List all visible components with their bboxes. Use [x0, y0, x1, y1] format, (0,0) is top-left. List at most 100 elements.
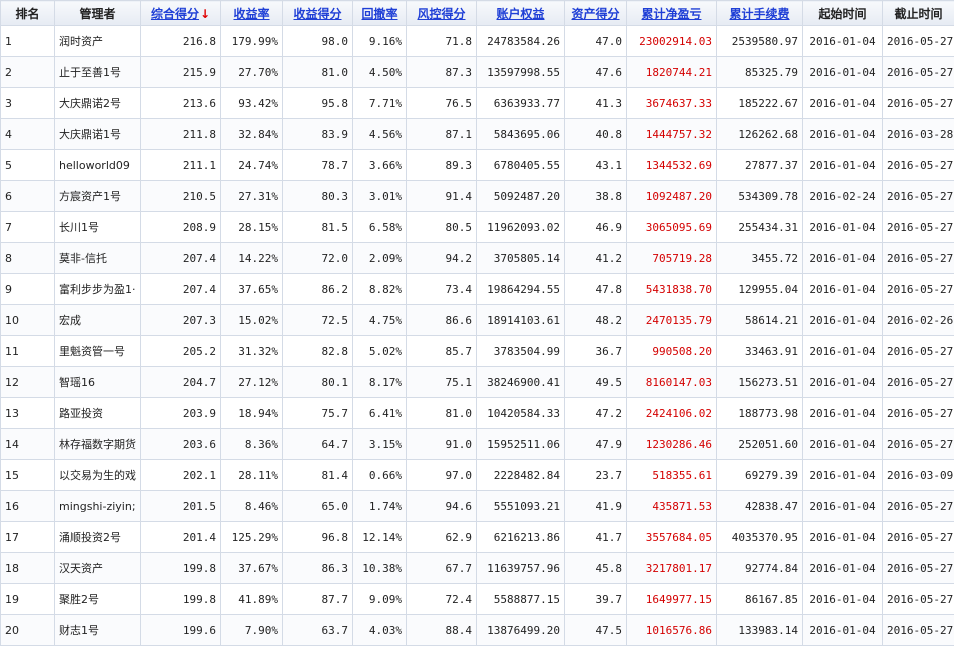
composite-score-cell: 201.4 — [141, 522, 221, 553]
manager-name: 财志1号 — [55, 615, 141, 646]
risk-score-cell: 94.2 — [407, 243, 477, 274]
composite-score-cell: 210.5 — [141, 181, 221, 212]
header-fees-sort-link[interactable]: 累计手续费 — [729, 7, 789, 21]
table-row: 19聚胜2号199.841.89%87.79.09%72.45588877.15… — [1, 584, 954, 615]
start-date-cell: 2016-01-04 — [803, 584, 883, 615]
rank-cell: 9 — [1, 274, 55, 305]
header-return-score[interactable]: 收益得分 — [283, 1, 353, 26]
risk-score-cell: 73.4 — [407, 274, 477, 305]
manager-name: 长川1号 — [55, 212, 141, 243]
header-drawdown[interactable]: 回撤率 — [353, 1, 407, 26]
rank-cell: 11 — [1, 336, 55, 367]
equity-cell: 15952511.06 — [477, 429, 565, 460]
table-row: 5helloworld09211.124.74%78.73.66%89.3678… — [1, 150, 954, 181]
header-fees[interactable]: 累计手续费 — [717, 1, 803, 26]
header-composite-score[interactable]: 综合得分↓ — [141, 1, 221, 26]
header-risk-score[interactable]: 风控得分 — [407, 1, 477, 26]
net-pnl-cell: 990508.20 — [627, 336, 717, 367]
table-row: 17涌顺投资2号201.4125.29%96.812.14%62.9621621… — [1, 522, 954, 553]
rank-cell: 2 — [1, 57, 55, 88]
manager-name: 方宸资产1号 — [55, 181, 141, 212]
net-pnl-cell: 5431838.70 — [627, 274, 717, 305]
start-date-cell: 2016-01-04 — [803, 243, 883, 274]
asset-score-cell: 49.5 — [565, 367, 627, 398]
asset-score-cell: 45.8 — [565, 553, 627, 584]
return-score-cell: 86.2 — [283, 274, 353, 305]
return-rate-cell: 27.70% — [221, 57, 283, 88]
fees-cell: 255434.31 — [717, 212, 803, 243]
rank-cell: 4 — [1, 119, 55, 150]
header-rank: 排名 — [1, 1, 55, 26]
fees-cell: 3455.72 — [717, 243, 803, 274]
header-asset-score[interactable]: 资产得分 — [565, 1, 627, 26]
rank-cell: 12 — [1, 367, 55, 398]
net-pnl-cell: 1344532.69 — [627, 150, 717, 181]
header-equity[interactable]: 账户权益 — [477, 1, 565, 26]
drawdown-cell: 4.56% — [353, 119, 407, 150]
drawdown-cell: 2.09% — [353, 243, 407, 274]
header-return-rate-sort-link[interactable]: 收益率 — [233, 7, 269, 21]
fees-cell: 185222.67 — [717, 88, 803, 119]
rank-cell: 7 — [1, 212, 55, 243]
composite-score-cell: 216.8 — [141, 26, 221, 57]
rank-cell: 13 — [1, 398, 55, 429]
risk-score-cell: 88.4 — [407, 615, 477, 646]
composite-score-cell: 215.9 — [141, 57, 221, 88]
manager-name: 智瑶16 — [55, 367, 141, 398]
drawdown-cell: 6.58% — [353, 212, 407, 243]
risk-score-cell: 72.4 — [407, 584, 477, 615]
table-row: 6方宸资产1号210.527.31%80.33.01%91.45092487.2… — [1, 181, 954, 212]
header-net-pnl-sort-link[interactable]: 累计净盈亏 — [641, 7, 701, 21]
asset-score-cell: 48.2 — [565, 305, 627, 336]
fees-cell: 86167.85 — [717, 584, 803, 615]
net-pnl-cell: 1444757.32 — [627, 119, 717, 150]
risk-score-cell: 80.5 — [407, 212, 477, 243]
end-date-cell: 2016-05-27 — [883, 429, 954, 460]
rank-cell: 18 — [1, 553, 55, 584]
header-drawdown-sort-link[interactable]: 回撤率 — [361, 7, 397, 21]
drawdown-cell: 3.01% — [353, 181, 407, 212]
equity-cell: 6363933.77 — [477, 88, 565, 119]
composite-score-cell: 199.8 — [141, 553, 221, 584]
asset-score-cell: 47.8 — [565, 274, 627, 305]
rank-cell: 14 — [1, 429, 55, 460]
risk-score-cell: 89.3 — [407, 150, 477, 181]
risk-score-cell: 71.8 — [407, 26, 477, 57]
drawdown-cell: 3.15% — [353, 429, 407, 460]
return-score-cell: 81.4 — [283, 460, 353, 491]
composite-score-cell: 199.6 — [141, 615, 221, 646]
asset-score-cell: 47.9 — [565, 429, 627, 460]
drawdown-cell: 1.74% — [353, 491, 407, 522]
header-equity-sort-link[interactable]: 账户权益 — [496, 7, 544, 21]
header-composite-score-sort-link[interactable]: 综合得分 — [151, 7, 199, 21]
header-net-pnl[interactable]: 累计净盈亏 — [627, 1, 717, 26]
drawdown-cell: 6.41% — [353, 398, 407, 429]
header-return-rate[interactable]: 收益率 — [221, 1, 283, 26]
return-score-cell: 75.7 — [283, 398, 353, 429]
asset-score-cell: 40.8 — [565, 119, 627, 150]
rank-cell: 3 — [1, 88, 55, 119]
header-end-date: 截止时间 — [883, 1, 954, 26]
header-start-date: 起始时间 — [803, 1, 883, 26]
composite-score-cell: 203.6 — [141, 429, 221, 460]
return-rate-cell: 14.22% — [221, 243, 283, 274]
end-date-cell: 2016-05-27 — [883, 553, 954, 584]
equity-cell: 13597998.55 — [477, 57, 565, 88]
return-rate-cell: 32.84% — [221, 119, 283, 150]
ranking-table: 排名管理者综合得分↓收益率收益得分回撤率风控得分账户权益资产得分累计净盈亏累计手… — [0, 0, 954, 646]
fees-cell: 92774.84 — [717, 553, 803, 584]
return-score-cell: 81.5 — [283, 212, 353, 243]
composite-score-cell: 204.7 — [141, 367, 221, 398]
net-pnl-cell: 3557684.05 — [627, 522, 717, 553]
asset-score-cell: 46.9 — [565, 212, 627, 243]
drawdown-cell: 0.66% — [353, 460, 407, 491]
risk-score-cell: 87.1 — [407, 119, 477, 150]
start-date-cell: 2016-01-04 — [803, 150, 883, 181]
header-risk-score-sort-link[interactable]: 风控得分 — [417, 7, 465, 21]
rank-cell: 10 — [1, 305, 55, 336]
asset-score-cell: 47.5 — [565, 615, 627, 646]
start-date-cell: 2016-01-04 — [803, 305, 883, 336]
header-asset-score-sort-link[interactable]: 资产得分 — [571, 7, 619, 21]
header-return-score-sort-link[interactable]: 收益得分 — [293, 7, 341, 21]
equity-cell: 5551093.21 — [477, 491, 565, 522]
